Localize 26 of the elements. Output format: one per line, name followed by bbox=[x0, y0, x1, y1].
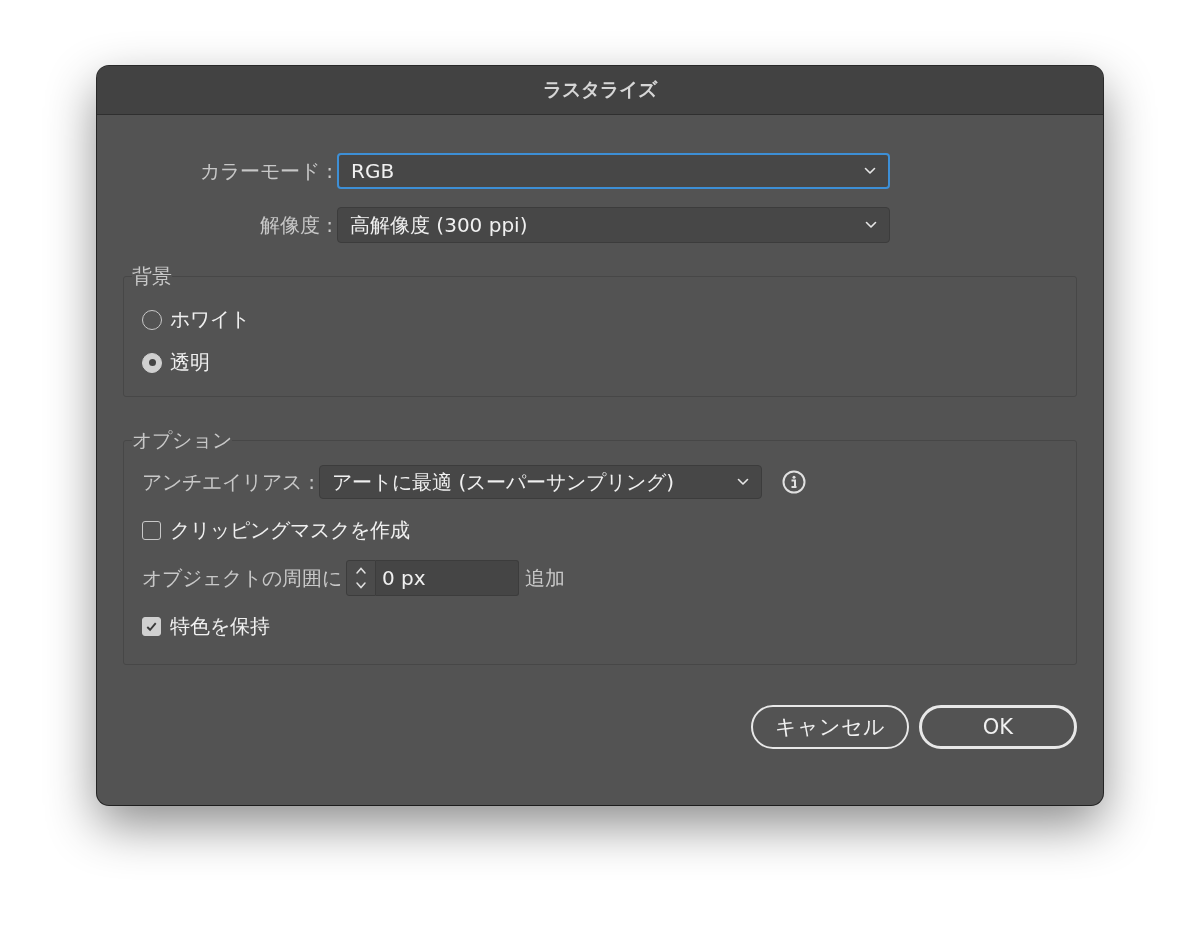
dropdown[interactable]: 高解像度 (300 ppi) bbox=[337, 207, 890, 243]
dropdown[interactable]: RGB bbox=[337, 153, 890, 189]
checkbox-option[interactable]: 特色を保持 bbox=[142, 602, 1058, 650]
field-label: カラーモード : bbox=[198, 157, 334, 185]
checkbox-option[interactable]: クリッピングマスクを作成 bbox=[142, 506, 1058, 554]
radio-button[interactable] bbox=[142, 352, 162, 373]
radio-option[interactable]: 透明 bbox=[142, 341, 1058, 384]
checkbox[interactable] bbox=[142, 616, 161, 636]
info-icon[interactable] bbox=[782, 470, 807, 494]
chevron-icon bbox=[865, 221, 877, 229]
window-title: ラスタライズ bbox=[543, 77, 657, 102]
radio-option[interactable]: ホワイト bbox=[142, 298, 1058, 341]
checkbox[interactable] bbox=[142, 520, 161, 540]
chevron-icon bbox=[864, 167, 876, 175]
group-title: 背景 bbox=[132, 263, 172, 290]
ok-button[interactable]: OK bbox=[919, 705, 1077, 749]
unit-label: 追加 bbox=[525, 564, 565, 592]
cancel-button[interactable]: キャンセル bbox=[751, 705, 909, 749]
number-field[interactable]: 0 px bbox=[376, 560, 519, 596]
group-title: オプション bbox=[132, 427, 232, 454]
stepper-control[interactable] bbox=[346, 560, 376, 596]
field-label: 解像度 : bbox=[258, 211, 334, 239]
dropdown[interactable]: アートに最適 (スーパーサンプリング) bbox=[319, 465, 763, 499]
chevron-icon bbox=[737, 478, 750, 486]
field-label: アンチエイリアス : bbox=[142, 468, 316, 496]
field-label: オブジェクトの周囲に bbox=[142, 564, 342, 592]
